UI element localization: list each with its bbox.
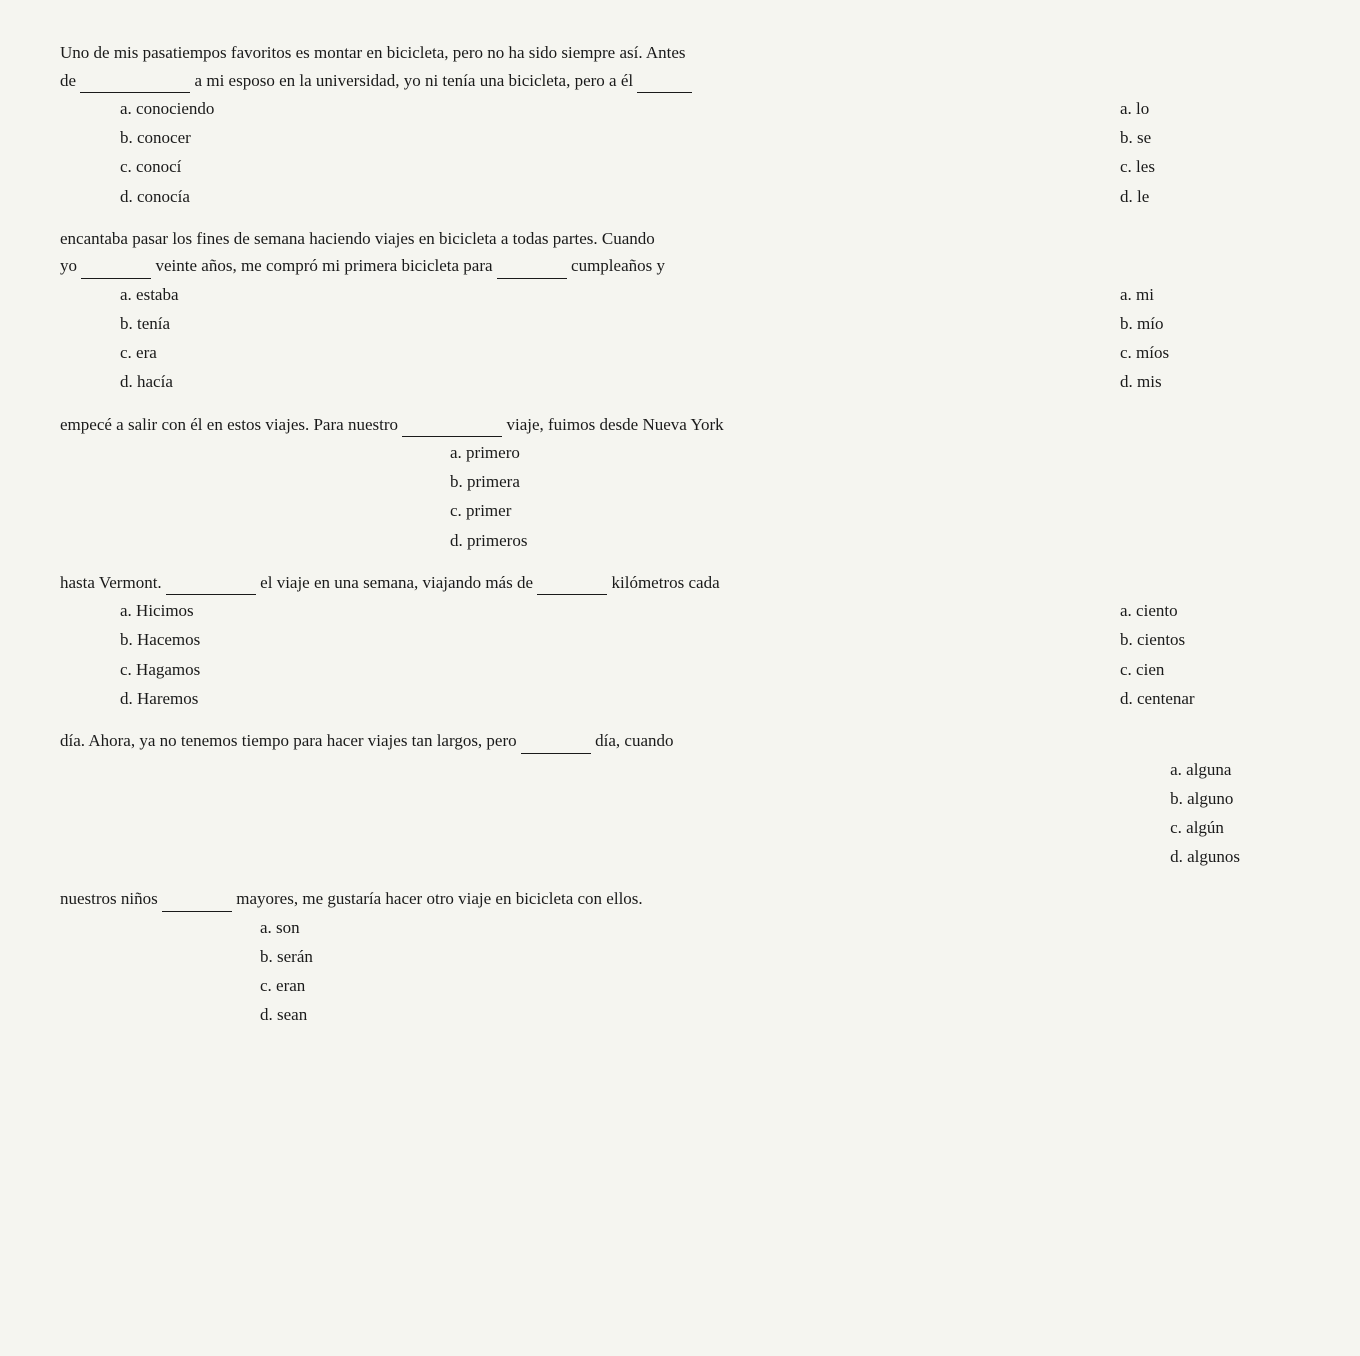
text-line6a: hasta Vermont.	[60, 573, 162, 592]
text-line2a: de	[60, 71, 76, 90]
text-line7a: día. Ahora, ya no tenemos tiempo para ha…	[60, 731, 517, 750]
q1-options: a. conociendo b. conocer c. conocí d. co…	[120, 95, 340, 212]
passage-line-4: yo veinte años, me compró mi primera bic…	[60, 253, 1300, 279]
q1-option-d: d. conocía	[120, 183, 340, 210]
text-line1: Uno de mis pasatiempos favoritos es mont…	[60, 43, 686, 62]
q7-option-c: c. cien	[1120, 656, 1240, 683]
q5-option-c: c. primer	[450, 497, 527, 524]
passage-line-1: Uno de mis pasatiempos favoritos es mont…	[60, 40, 1300, 66]
blank-6	[166, 579, 256, 595]
text-line4c: cumpleaños y	[571, 256, 665, 275]
section-1: Uno de mis pasatiempos favoritos es mont…	[60, 40, 1300, 212]
blank-8	[521, 738, 591, 754]
section-4: hasta Vermont. el viaje en una semana, v…	[60, 570, 1300, 714]
q7-options: a. ciento b. cientos c. cien d. centenar	[1120, 597, 1240, 714]
blank-3	[81, 263, 151, 279]
q5-option-a: a. primero	[450, 439, 527, 466]
passage-line-7: día. Ahora, ya no tenemos tiempo para ha…	[60, 728, 1300, 754]
q1-q2-options: a. conociendo b. conocer c. conocí d. co…	[60, 95, 1300, 212]
q2-options: a. lo b. se c. les d. le	[1120, 95, 1240, 212]
passage-line-5: empecé a salir con él en estos viajes. P…	[60, 412, 1300, 438]
passage-line-8: nuestros niños mayores, me gustaría hace…	[60, 886, 1300, 912]
blank-4	[497, 263, 567, 279]
text-line2b: a mi esposo en la universidad, yo ni ten…	[195, 71, 634, 90]
q4-option-d: d. mis	[1120, 368, 1240, 395]
passage-line-2: de a mi esposo en la universidad, yo ni …	[60, 68, 1300, 94]
q1-option-b: b. conocer	[120, 124, 340, 151]
q2-option-d: d. le	[1120, 183, 1240, 210]
q4-option-c: c. míos	[1120, 339, 1240, 366]
q8-options: a. alguna b. alguno c. algún d. algunos	[1170, 756, 1240, 873]
text-line6c: kilómetros cada	[612, 573, 720, 592]
text-line4b: veinte años, me compró mi primera bicicl…	[156, 256, 493, 275]
text-line7b: día, cuando	[595, 731, 673, 750]
q3-options: a. estaba b. tenía c. era d. hacía	[120, 281, 340, 398]
blank-1	[80, 77, 190, 93]
q9-option-d: d. sean	[260, 1001, 313, 1028]
q4-options: a. mi b. mío c. míos d. mis	[1120, 281, 1240, 398]
q5-options-container: a. primero b. primera c. primer d. prime…	[60, 439, 1300, 556]
q3-option-c: c. era	[120, 339, 340, 366]
q8-options-container: a. alguna b. alguno c. algún d. algunos	[60, 756, 1300, 873]
q1-option-c: c. conocí	[120, 153, 340, 180]
q9-options: a. son b. serán c. eran d. sean	[260, 914, 313, 1031]
q6-option-c: c. Hagamos	[120, 656, 340, 683]
blank-5	[402, 421, 502, 437]
q5-option-d: d. primeros	[450, 527, 527, 554]
text-line8a: nuestros niños	[60, 889, 158, 908]
text-line5b: viaje, fuimos desde Nueva York	[506, 415, 723, 434]
text-line8b: mayores, me gustaría hacer otro viaje en…	[236, 889, 642, 908]
section-3: empecé a salir con él en estos viajes. P…	[60, 412, 1300, 556]
q8-option-b: b. alguno	[1170, 785, 1240, 812]
q2-option-b: b. se	[1120, 124, 1240, 151]
passage-line-6: hasta Vermont. el viaje en una semana, v…	[60, 570, 1300, 596]
q6-option-b: b. Hacemos	[120, 626, 340, 653]
q8-option-a: a. alguna	[1170, 756, 1240, 783]
section-2: encantaba pasar los fines de semana haci…	[60, 226, 1300, 398]
q6-option-d: d. Haremos	[120, 685, 340, 712]
q4-option-a: a. mi	[1120, 281, 1240, 308]
q2-option-a: a. lo	[1120, 95, 1240, 122]
q6-option-a: a. Hicimos	[120, 597, 340, 624]
q7-option-a: a. ciento	[1120, 597, 1240, 624]
q6-q7-options: a. Hicimos b. Hacemos c. Hagamos d. Hare…	[60, 597, 1300, 714]
section-6: nuestros niños mayores, me gustaría hace…	[60, 886, 1300, 1030]
q8-option-d: d. algunos	[1170, 843, 1240, 870]
text-line6b: el viaje en una semana, viajando más de	[260, 573, 533, 592]
q9-options-container: a. son b. serán c. eran d. sean	[60, 914, 1300, 1031]
q3-option-b: b. tenía	[120, 310, 340, 337]
q5-options: a. primero b. primera c. primer d. prime…	[450, 439, 527, 556]
text-line3: encantaba pasar los fines de semana haci…	[60, 229, 655, 248]
q2-option-c: c. les	[1120, 153, 1240, 180]
blank-7	[537, 579, 607, 595]
q9-option-c: c. eran	[260, 972, 313, 999]
q1-option-a: a. conociendo	[120, 95, 340, 122]
q9-option-a: a. son	[260, 914, 313, 941]
q3-option-d: d. hacía	[120, 368, 340, 395]
q3-q4-options: a. estaba b. tenía c. era d. hacía a. mi…	[60, 281, 1300, 398]
section-5: día. Ahora, ya no tenemos tiempo para ha…	[60, 728, 1300, 872]
text-line5a: empecé a salir con él en estos viajes. P…	[60, 415, 398, 434]
q3-option-a: a. estaba	[120, 281, 340, 308]
blank-2	[637, 77, 692, 93]
q7-option-b: b. cientos	[1120, 626, 1240, 653]
blank-9	[162, 896, 232, 912]
q9-option-b: b. serán	[260, 943, 313, 970]
q4-option-b: b. mío	[1120, 310, 1240, 337]
q5-option-b: b. primera	[450, 468, 527, 495]
passage-line-3: encantaba pasar los fines de semana haci…	[60, 226, 1300, 252]
q6-options: a. Hicimos b. Hacemos c. Hagamos d. Hare…	[120, 597, 340, 714]
q7-option-d: d. centenar	[1120, 685, 1240, 712]
q8-option-c: c. algún	[1170, 814, 1240, 841]
text-line4a: yo	[60, 256, 77, 275]
